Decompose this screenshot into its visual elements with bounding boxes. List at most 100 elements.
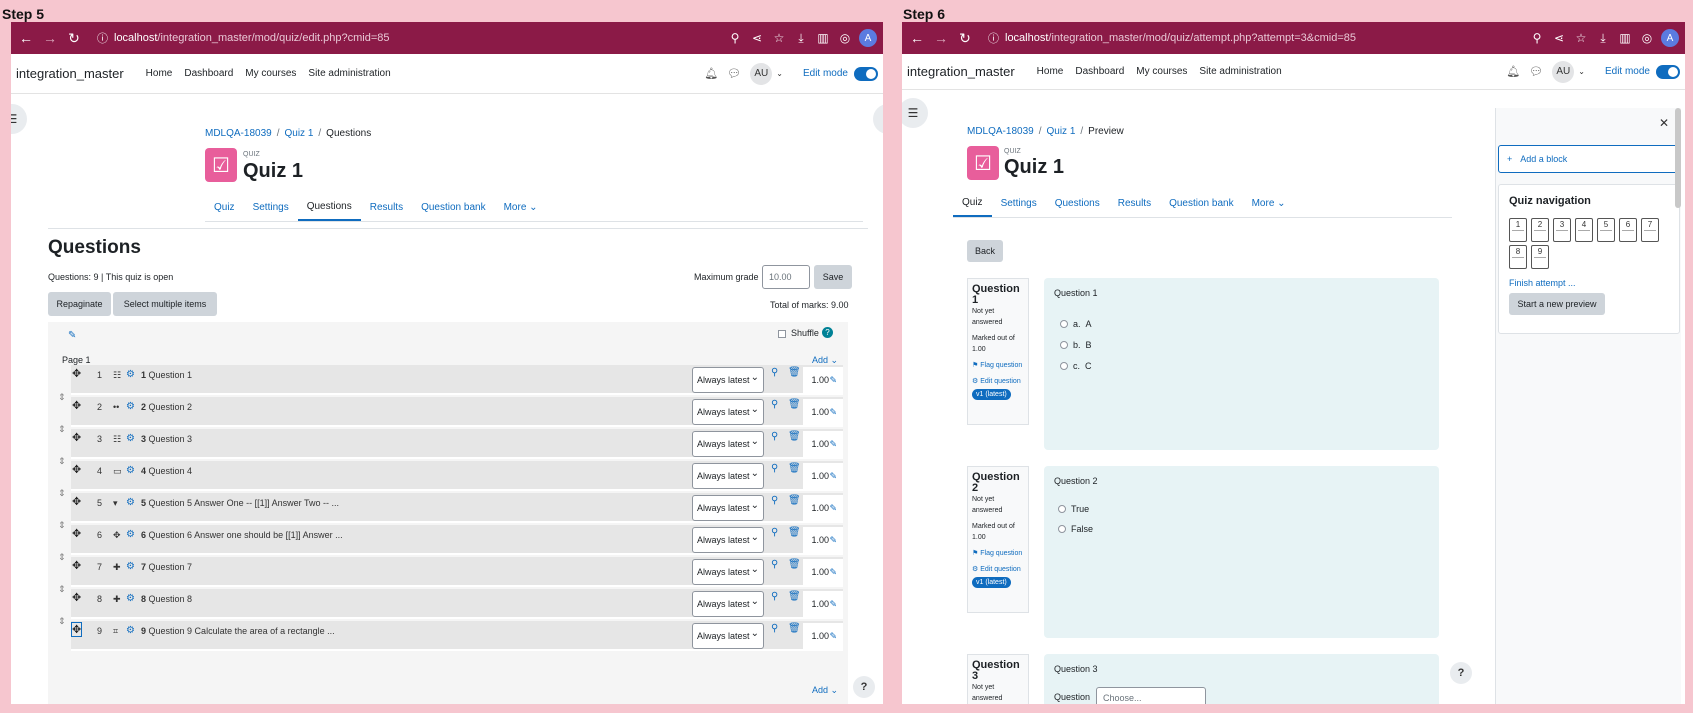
gear-icon[interactable]: ⚙ <box>126 401 135 412</box>
pencil-icon[interactable]: ✎ <box>829 535 837 546</box>
user-avatar-2[interactable]: AU <box>1552 60 1575 83</box>
preview-icon[interactable]: ⚲ <box>771 527 778 538</box>
pencil-icon[interactable]: ✎ <box>829 567 837 578</box>
version-select[interactable]: Always latest <box>692 623 764 649</box>
max-mark[interactable]: 1.00 ✎ <box>803 431 843 457</box>
question-name-link[interactable]: 4 Question 4 <box>141 466 192 476</box>
radio-button[interactable] <box>1060 362 1068 370</box>
q1-edit[interactable]: ⚙ Edit question <box>972 376 1024 387</box>
nav-question-3[interactable]: 3 <box>1553 218 1571 242</box>
question-name-link[interactable]: 7 Question 7 <box>141 562 192 572</box>
move-icon[interactable]: ✥ <box>72 591 81 604</box>
max-mark[interactable]: 1.00 ✎ <box>803 367 843 393</box>
save-button[interactable]: Save <box>814 265 852 289</box>
profile-icon[interactable]: ◎ <box>837 30 853 46</box>
bell-icon[interactable]: 🔔︎ <box>1506 65 1520 78</box>
radio-button[interactable] <box>1058 505 1066 513</box>
question-name-link[interactable]: 5 Question 5 Answer One -- [[1]] Answer … <box>141 498 339 508</box>
move-icon[interactable]: ✥ <box>72 527 81 540</box>
address-bar[interactable]: ⓘ localhost/integration_master/mod/quiz/… <box>89 26 721 50</box>
preview-icon[interactable]: ⚲ <box>771 431 778 442</box>
radio-button[interactable] <box>1060 320 1068 328</box>
toggle-switch[interactable] <box>854 66 878 81</box>
page-split-icon[interactable]: ⇕ <box>58 520 66 531</box>
pencil-icon[interactable]: ✎ <box>829 631 837 642</box>
gear-icon[interactable]: ⚙ <box>126 593 135 604</box>
trash-icon[interactable]: 🗑︎ <box>788 431 801 442</box>
question-name-link[interactable]: 2 Question 2 <box>141 402 192 412</box>
nav-dashboard[interactable]: Dashboard <box>184 68 233 79</box>
page-split-icon[interactable]: ⇕ <box>58 488 66 499</box>
help-button[interactable]: ? <box>853 676 875 698</box>
course-index-icon[interactable]: ☰ <box>902 98 928 128</box>
preview-icon[interactable]: ⚲ <box>771 399 778 410</box>
breadcrumb-quiz-2[interactable]: Quiz 1 <box>1046 126 1075 137</box>
pencil-icon[interactable]: ✎ <box>829 471 837 482</box>
nav-question-9[interactable]: 9 <box>1531 245 1549 269</box>
preview-icon[interactable]: ⚲ <box>771 495 778 506</box>
share-icon[interactable]: ⋖ <box>1551 30 1567 46</box>
pencil-icon[interactable]: ✎ <box>829 407 837 418</box>
nav-question-7[interactable]: 7 <box>1641 218 1659 242</box>
pencil-icon[interactable]: ✎ <box>829 439 837 450</box>
gear-icon[interactable]: ⚙ <box>126 625 135 636</box>
trash-icon[interactable]: 🗑︎ <box>788 495 801 506</box>
preview-icon[interactable]: ⚲ <box>771 463 778 474</box>
trash-icon[interactable]: 🗑︎ <box>788 559 801 570</box>
q3-choose-select[interactable]: Choose... <box>1096 687 1206 704</box>
select-multiple-button[interactable]: Select multiple items <box>113 292 217 316</box>
radio-button[interactable] <box>1058 525 1066 533</box>
radio-button[interactable] <box>1060 341 1068 349</box>
sidebar-icon[interactable]: ▥ <box>815 30 831 46</box>
move-icon[interactable]: ✥ <box>70 622 83 637</box>
gear-icon[interactable]: ⚙ <box>126 497 135 508</box>
share-icon[interactable]: ⋖ <box>749 30 765 46</box>
q1-option-a[interactable]: a. A <box>1060 319 1092 329</box>
trash-icon[interactable]: 🗑︎ <box>788 623 801 634</box>
preview-icon[interactable]: ⚲ <box>771 559 778 570</box>
nav-question-8[interactable]: 8 <box>1509 245 1527 269</box>
help-icon[interactable]: ? <box>822 327 833 338</box>
add-menu-bottom[interactable]: Add ⌄ <box>812 685 838 696</box>
version-select[interactable]: Always latest <box>692 495 764 521</box>
edit-mode-toggle[interactable]: Edit mode <box>803 66 878 81</box>
shuffle-checkbox[interactable] <box>778 330 786 338</box>
back-button[interactable]: Back <box>967 240 1003 262</box>
question-name-link[interactable]: 3 Question 3 <box>141 434 192 444</box>
q1-option-c[interactable]: c. C <box>1060 361 1092 371</box>
preview-icon[interactable]: ⚲ <box>771 623 778 634</box>
site-brand-2[interactable]: integration_master <box>907 64 1015 79</box>
nav-question-4[interactable]: 4 <box>1575 218 1593 242</box>
chat-icon[interactable]: 💬︎ <box>727 67 741 80</box>
download-icon[interactable]: ⤓ <box>1595 30 1611 46</box>
nav-site-admin-2[interactable]: Site administration <box>1199 66 1281 77</box>
add-block-button[interactable]: + Add a block <box>1498 145 1680 173</box>
version-select[interactable]: Always latest <box>692 367 764 393</box>
nav-my-courses-2[interactable]: My courses <box>1136 66 1187 77</box>
max-mark[interactable]: 1.00 ✎ <box>803 527 843 553</box>
pencil-icon[interactable]: ✎ <box>829 375 837 386</box>
page-split-icon[interactable]: ⇕ <box>58 392 66 403</box>
pencil-icon[interactable]: ✎ <box>829 503 837 514</box>
tab-quiz-2[interactable]: Quiz <box>953 189 992 217</box>
tab-questions-2[interactable]: Questions <box>1046 189 1109 217</box>
close-icon[interactable]: ✕ <box>1659 116 1669 130</box>
gear-icon[interactable]: ⚙ <box>126 561 135 572</box>
move-icon[interactable]: ✥ <box>72 431 81 444</box>
pencil-icon[interactable]: ✎ <box>829 599 837 610</box>
tab-results[interactable]: Results <box>361 193 412 221</box>
scrollbar[interactable] <box>1675 108 1681 208</box>
version-select[interactable]: Always latest <box>692 591 764 617</box>
trash-icon[interactable]: 🗑︎ <box>788 591 801 602</box>
q2-option-true[interactable]: True <box>1058 504 1089 514</box>
move-icon[interactable]: ✥ <box>72 367 81 380</box>
tab-settings[interactable]: Settings <box>244 193 298 221</box>
chat-icon[interactable]: 💬︎ <box>1529 65 1543 78</box>
move-icon[interactable]: ✥ <box>72 463 81 476</box>
question-name-link[interactable]: 1 Question 1 <box>141 370 192 380</box>
help-button-2[interactable]: ? <box>1450 662 1472 684</box>
max-mark[interactable]: 1.00 ✎ <box>803 495 843 521</box>
finish-attempt-link[interactable]: Finish attempt ... <box>1509 278 1576 288</box>
nav-question-1[interactable]: 1 <box>1509 218 1527 242</box>
sidebar-icon[interactable]: ▥ <box>1617 30 1633 46</box>
